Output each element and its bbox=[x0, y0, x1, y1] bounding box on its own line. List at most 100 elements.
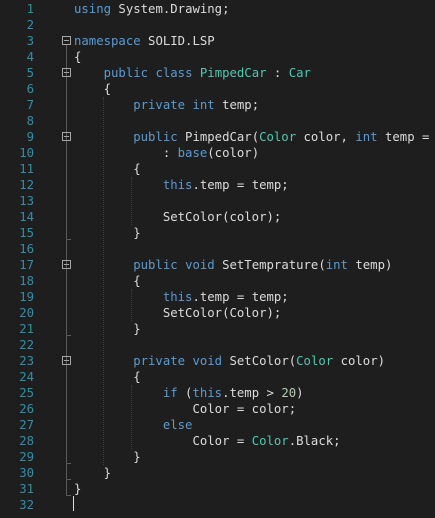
code-line[interactable]: 7 private int temp; bbox=[0, 97, 435, 113]
code-line[interactable]: 31} bbox=[0, 481, 435, 497]
line-number: 31 bbox=[19, 482, 34, 496]
collapse-region-icon[interactable] bbox=[62, 36, 71, 45]
code-line[interactable]: 6 { bbox=[0, 81, 435, 97]
code-line[interactable]: 17 public void SetTemprature(int temp) bbox=[0, 257, 435, 273]
line-number: 15 bbox=[19, 226, 34, 240]
keyword-token: int bbox=[192, 98, 215, 112]
collapse-region-icon[interactable] bbox=[62, 260, 71, 269]
code-text: this.temp = temp; bbox=[74, 177, 289, 193]
code-token: : bbox=[266, 66, 289, 80]
line-number: 27 bbox=[19, 418, 34, 432]
keyword-token: this bbox=[74, 290, 193, 304]
line-number: 16 bbox=[19, 242, 34, 256]
code-line[interactable]: 20 SetColor(Color); bbox=[0, 305, 435, 321]
code-text: { bbox=[74, 81, 111, 97]
code-line[interactable]: 29 } bbox=[0, 449, 435, 465]
code-token: .temp = temp; bbox=[192, 178, 289, 192]
code-line[interactable]: 10 : base(color) bbox=[0, 145, 435, 161]
code-line[interactable]: 11 { bbox=[0, 161, 435, 177]
code-line[interactable]: 13 bbox=[0, 193, 435, 209]
line-number: 5 bbox=[26, 66, 34, 80]
line-number: 29 bbox=[19, 450, 34, 464]
code-text: else bbox=[74, 417, 193, 433]
code-line[interactable]: 30 } bbox=[0, 465, 435, 481]
code-token: { bbox=[74, 274, 141, 288]
code-line[interactable]: 22 bbox=[0, 337, 435, 353]
code-line[interactable]: 16 bbox=[0, 241, 435, 257]
keyword-token: if bbox=[74, 386, 178, 400]
code-token: color, bbox=[296, 130, 356, 144]
code-token: Color = bbox=[74, 434, 252, 448]
code-text: SetColor(Color); bbox=[74, 305, 281, 321]
collapse-region-icon[interactable] bbox=[62, 132, 71, 141]
code-token: } bbox=[74, 450, 141, 464]
type-token: PimpedCar bbox=[199, 66, 267, 80]
code-line[interactable]: 21 } bbox=[0, 321, 435, 337]
keyword-token: namespace bbox=[74, 34, 141, 48]
line-number: 22 bbox=[19, 338, 34, 352]
line-number: 14 bbox=[19, 210, 34, 224]
code-text: private int temp; bbox=[74, 97, 259, 113]
code-token: } bbox=[74, 466, 112, 480]
code-line[interactable]: 2 bbox=[0, 17, 435, 33]
code-line[interactable]: 1 using System.Drawing; bbox=[0, 1, 435, 17]
code-line[interactable]: 23 private void SetColor(Color color) bbox=[0, 353, 435, 369]
line-number: 21 bbox=[19, 322, 34, 336]
code-token: .temp > bbox=[222, 386, 282, 400]
line-number: 8 bbox=[26, 114, 34, 128]
code-text: public class PimpedCar : Car bbox=[74, 65, 311, 81]
keyword-token: public bbox=[74, 130, 178, 144]
code-line[interactable]: 3 namespace SOLID.LSP bbox=[0, 33, 435, 49]
code-line[interactable]: 24 { bbox=[0, 369, 435, 385]
code-line[interactable]: 26 Color = color; bbox=[0, 401, 435, 417]
code-editor[interactable]: 1 using System.Drawing; 2 3 namespace SOLID.… bbox=[0, 0, 435, 518]
keyword-token: this bbox=[74, 178, 193, 192]
code-text: public PimpedCar(Color color, int temp =… bbox=[74, 129, 435, 145]
code-line[interactable]: 15 } bbox=[0, 225, 435, 241]
collapse-region-icon[interactable] bbox=[62, 356, 71, 365]
collapse-region-icon[interactable] bbox=[62, 68, 71, 77]
keyword-token: private bbox=[74, 98, 186, 112]
code-token: ) bbox=[296, 386, 304, 400]
line-number: 32 bbox=[19, 498, 34, 512]
code-text: : base(color) bbox=[74, 145, 259, 161]
number-token: 20 bbox=[281, 386, 297, 400]
line-number: 26 bbox=[19, 402, 34, 416]
code-line[interactable]: 4{ bbox=[0, 49, 435, 65]
code-line[interactable]: 25 if (this.temp > 20) bbox=[0, 385, 435, 401]
line-number: 25 bbox=[19, 386, 34, 400]
code-token: System.Drawing; bbox=[111, 2, 230, 16]
line-number: 20 bbox=[19, 306, 34, 320]
code-text: } bbox=[74, 465, 111, 481]
code-line[interactable]: 19 this.temp = temp; bbox=[0, 289, 435, 305]
line-number: 6 bbox=[26, 82, 34, 96]
code-line[interactable]: 14 SetColor(color); bbox=[0, 209, 435, 225]
type-token: Color bbox=[296, 354, 334, 368]
type-token: Car bbox=[288, 66, 311, 80]
code-text: if (this.temp > 20) bbox=[74, 385, 304, 401]
code-token: { bbox=[74, 370, 141, 384]
line-number: 23 bbox=[19, 354, 34, 368]
code-line[interactable]: 27 else bbox=[0, 417, 435, 433]
code-token: { bbox=[74, 82, 112, 96]
type-token: Color bbox=[251, 434, 289, 448]
line-number: 24 bbox=[19, 370, 34, 384]
keyword-token: else bbox=[74, 418, 193, 432]
code-line[interactable]: 5 public class PimpedCar : Car bbox=[0, 65, 435, 81]
code-line[interactable]: 12 this.temp = temp; bbox=[0, 177, 435, 193]
line-number: 11 bbox=[19, 162, 34, 176]
code-line[interactable]: 9 public PimpedCar(Color color, int temp… bbox=[0, 129, 435, 145]
keyword-token: void bbox=[185, 258, 215, 272]
code-line[interactable]: 18 { bbox=[0, 273, 435, 289]
code-text: using System.Drawing; bbox=[74, 1, 230, 17]
code-line[interactable]: 28 Color = Color.Black; bbox=[0, 433, 435, 449]
line-number: 12 bbox=[19, 178, 34, 192]
code-text: Color = color; bbox=[74, 401, 296, 417]
code-line[interactable]: 32 bbox=[0, 497, 435, 513]
line-number: 1 bbox=[26, 2, 34, 16]
code-token: temp) bbox=[347, 258, 393, 272]
code-token: SOLID.LSP bbox=[140, 34, 215, 48]
code-token: } bbox=[74, 322, 141, 336]
code-line[interactable]: 8 bbox=[0, 113, 435, 129]
code-text: Color = Color.Black; bbox=[74, 433, 340, 449]
